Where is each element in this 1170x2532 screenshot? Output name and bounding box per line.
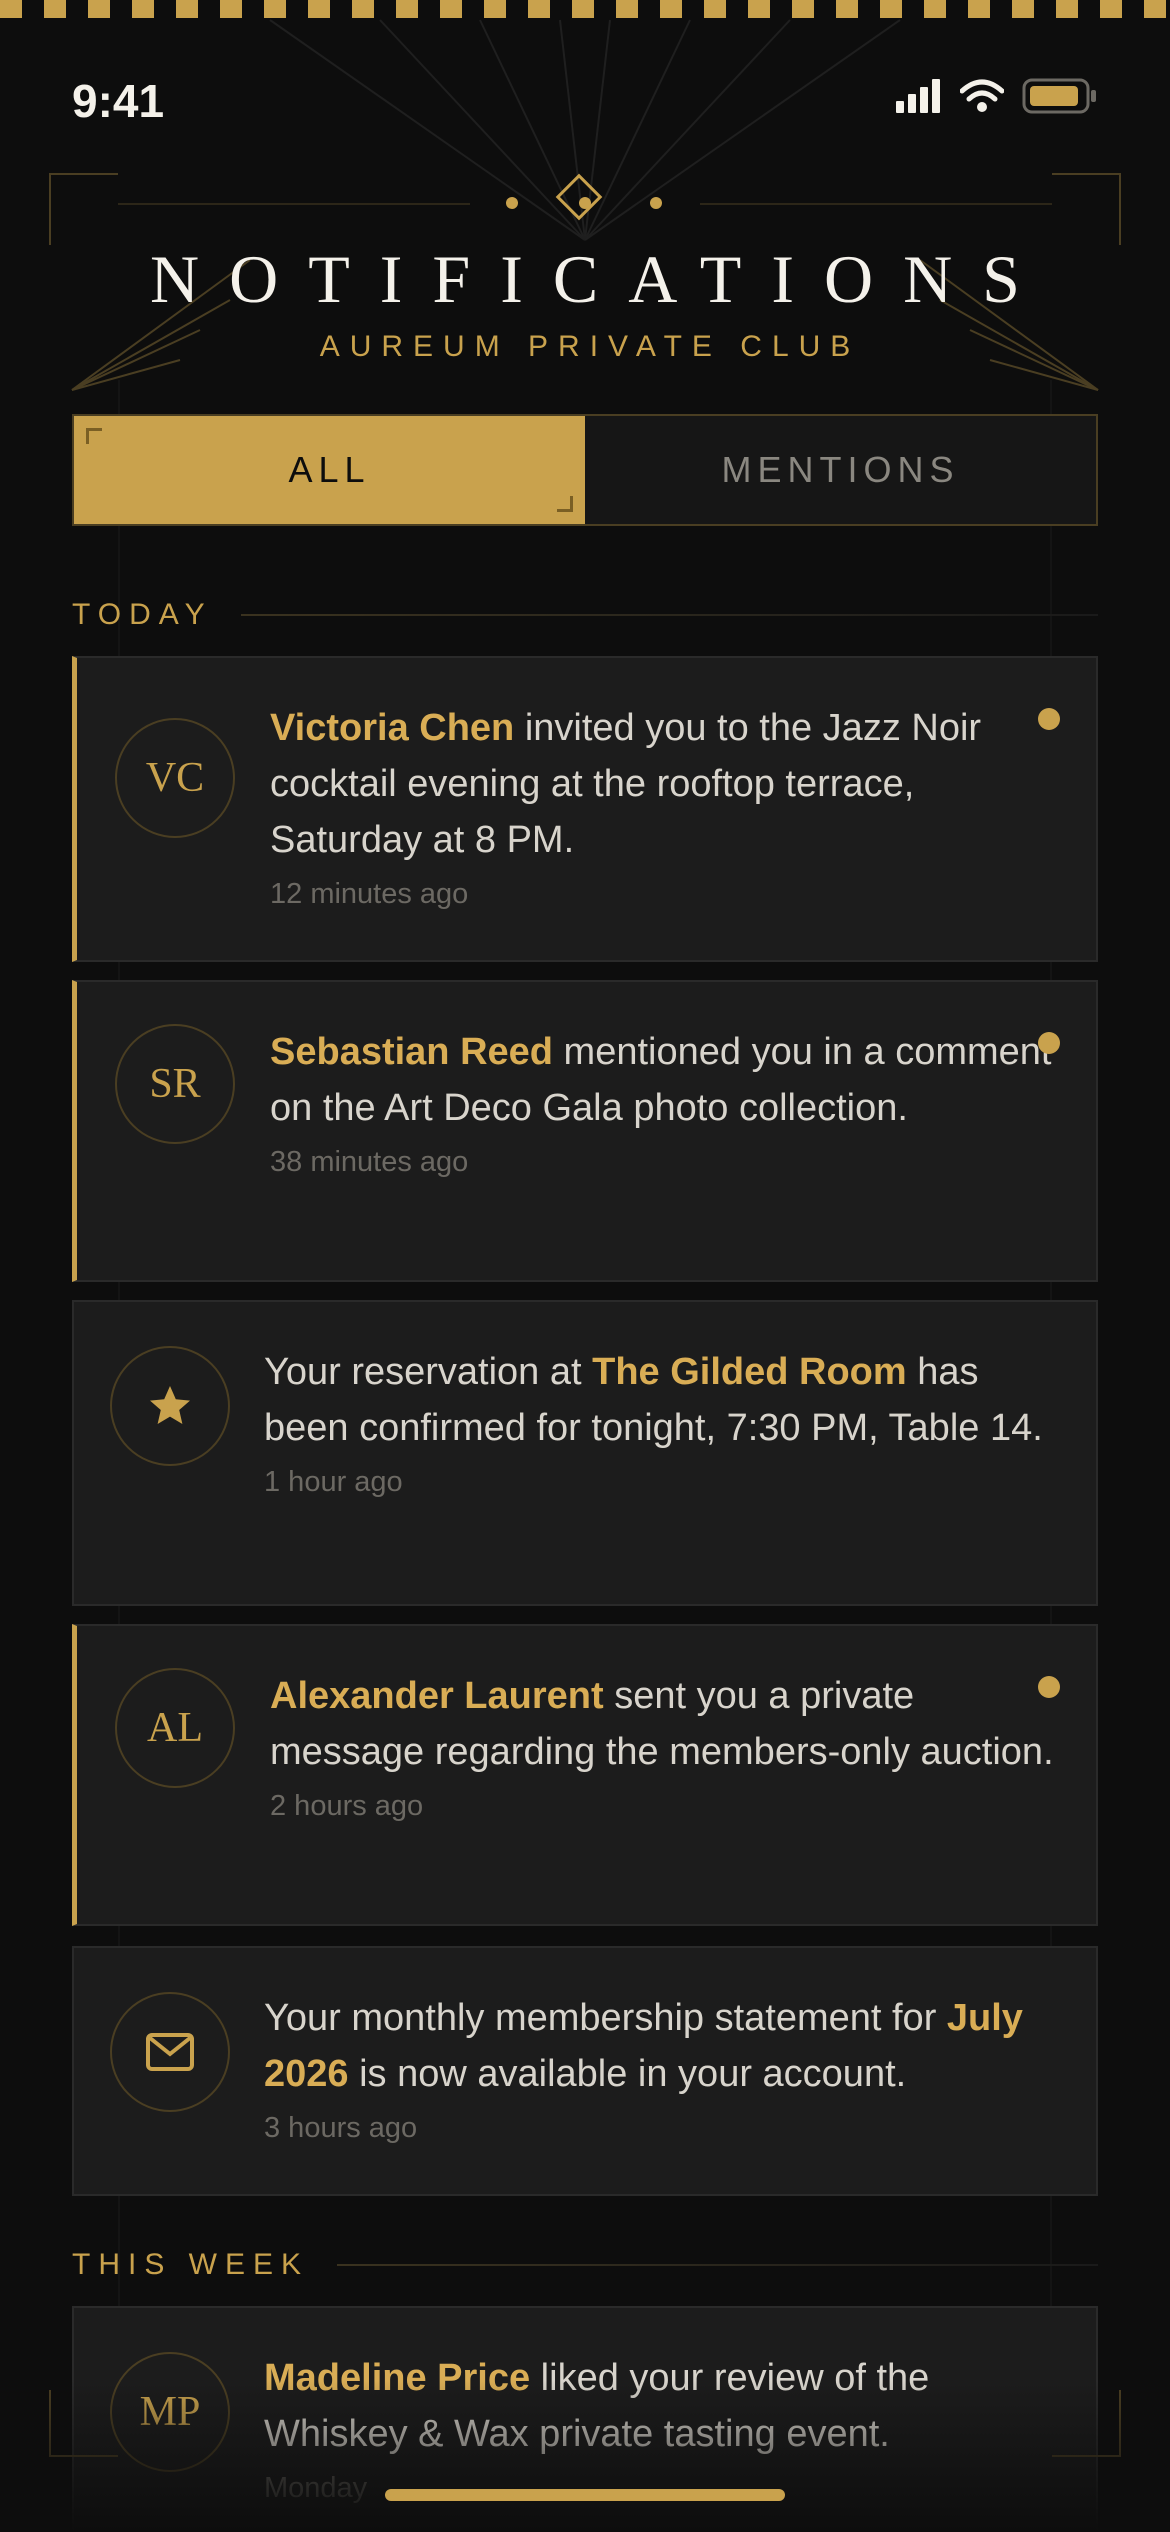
notification-time: 1 hour ago [264,1466,403,1498]
avatar: VC [115,718,235,838]
notification-text: Victoria Chen invited you to the Jazz No… [270,700,1056,914]
tab-mentions-label: MENTIONS [721,449,960,490]
notification-card[interactable]: Your reservation at The Gilded Room has … [72,1300,1098,1606]
divider [240,614,1098,616]
notification-text: Sebastian Reed mentioned you in a commen… [270,1024,1056,1182]
notification-message-prefix: Your reservation at [264,1351,593,1393]
unread-dot [1038,1676,1060,1698]
section-label: TODAY [72,598,213,631]
notification-message: is now available in your account. [348,2053,907,2095]
tab-bar: ALL MENTIONS [72,414,1098,526]
section-header-this-week: THIS WEEK [72,2248,1098,2282]
signal-icon [896,79,940,113]
tab-corner-decoration [557,496,573,512]
section-header-today: TODAY [72,598,1098,632]
tab-mentions[interactable]: MENTIONS [585,416,1096,524]
avatar: SR [115,1024,235,1144]
notification-sender[interactable]: Victoria Chen [270,707,514,749]
notification-time: 2 hours ago [270,1790,424,1822]
page-title: NOTIFICATIONS [150,241,1050,317]
unread-dot [1038,708,1060,730]
section-label: THIS WEEK [72,2248,310,2281]
notification-text: Your monthly membership statement for Ju… [264,1990,1056,2148]
tab-corner-decoration [86,428,102,444]
battery-icon [1022,78,1096,114]
star-icon [110,1346,230,1466]
notification-card[interactable]: VC Victoria Chen invited you to the Jazz… [72,656,1098,962]
divider [337,2264,1098,2266]
page-subtitle: AUREUM PRIVATE CLUB [319,330,861,363]
status-time: 9:41 [72,75,165,127]
notification-sender[interactable]: Sebastian Reed [270,1031,553,1073]
notification-venue[interactable]: The Gilded Room [592,1351,907,1393]
status-icons [896,78,1098,114]
unread-dot [1038,1032,1060,1054]
notification-sender[interactable]: Alexander Laurent [270,1675,604,1717]
notification-text: Your reservation at The Gilded Room has … [264,1344,1056,1502]
notification-message-prefix: Your monthly membership statement for [264,1997,947,2039]
notification-card[interactable]: Your monthly membership statement for Ju… [72,1946,1098,2196]
tab-all[interactable]: ALL [74,416,585,524]
notification-card[interactable]: AL Alexander Laurent sent you a private … [72,1624,1098,1926]
home-indicator[interactable] [385,2489,785,2501]
notification-time: 12 minutes ago [270,878,469,910]
notification-text: Alexander Laurent sent you a private mes… [270,1668,1056,1826]
tab-all-label: ALL [288,449,371,490]
avatar: AL [115,1668,235,1788]
notification-time: 38 minutes ago [270,1146,469,1178]
notification-time: 3 hours ago [264,2112,418,2144]
bottom-corner-decoration [49,2390,1121,2457]
notification-card[interactable]: SR Sebastian Reed mentioned you in a com… [72,980,1098,1282]
envelope-icon [110,1992,230,2112]
wifi-icon [960,79,1004,112]
